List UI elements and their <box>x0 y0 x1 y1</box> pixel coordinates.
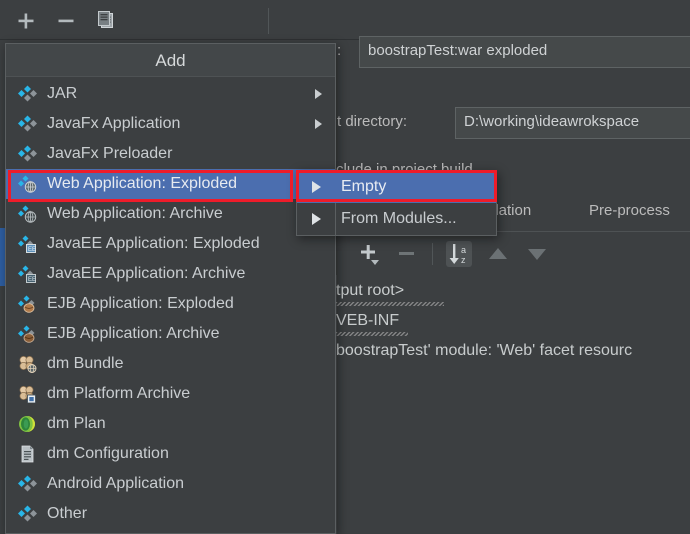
menu-item-android-application[interactable]: Android Application <box>6 469 335 499</box>
menu-item-label: dm Configuration <box>47 445 169 462</box>
plus-icon[interactable] <box>17 12 35 30</box>
menu-item-dm-plan[interactable]: dm Plan <box>6 409 335 439</box>
output-directory-label: t directory: <box>337 113 408 130</box>
chevron-right-icon <box>315 89 322 99</box>
menu-item-ejb-application-archive[interactable]: EJB Application: Archive <box>6 319 335 349</box>
menu-item-label: EJB Application: Archive <box>47 325 220 342</box>
menu-item-javafx-preloader[interactable]: JavaFx Preloader <box>6 139 335 169</box>
menu-item-label: JavaFx Application <box>47 115 181 132</box>
artifact-diamonds-icon <box>18 85 37 103</box>
menu-item-label: JAR <box>47 85 78 102</box>
submenu-item-label: From Modules... <box>341 210 457 227</box>
dm-platform-archive-icon <box>18 385 37 404</box>
menu-item-dm-platform-archive[interactable]: dm Platform Archive <box>6 379 335 409</box>
menu-item-label: Android Application <box>47 475 184 492</box>
menu-item-other[interactable]: Other <box>6 499 335 529</box>
tree-row[interactable]: VEB-INF <box>336 312 399 330</box>
menu-item-web-application-exploded[interactable]: Web Application: Exploded <box>6 169 335 199</box>
web-exploded-submenu: Empty From Modules... <box>296 170 497 236</box>
artifact-diamonds-icon <box>18 115 37 133</box>
ejb-exploded-icon <box>18 295 37 313</box>
artifact-diamonds-icon <box>18 505 37 523</box>
menu-item-label: dm Plan <box>47 415 106 432</box>
menu-item-ejb-application-exploded[interactable]: EJB Application: Exploded <box>6 289 335 319</box>
menu-item-label: JavaEE Application: Archive <box>47 265 246 282</box>
menu-item-label: Web Application: Archive <box>47 205 223 222</box>
tree-toolbar-divider <box>432 243 433 265</box>
artifact-name-field[interactable]: boostrapTest:war exploded <box>359 36 690 68</box>
javaee-archive-icon: EE <box>18 265 37 283</box>
menu-item-label: JavaFx Preloader <box>47 145 173 162</box>
menu-item-label: dm Platform Archive <box>47 385 191 402</box>
dm-configuration-icon <box>18 445 37 463</box>
tree-row[interactable]: tput root> <box>336 282 404 300</box>
artifact-diamonds-icon <box>18 145 37 163</box>
svg-text:z: z <box>461 255 466 265</box>
tree-row-underline <box>336 332 408 336</box>
tree-row[interactable]: boostrapTest' module: 'Web' facet resour… <box>336 342 632 360</box>
artifact-diamonds-icon <box>18 475 37 493</box>
copy-icon[interactable] <box>96 10 116 30</box>
svg-text:EE: EE <box>28 247 36 253</box>
triangle-right-icon <box>312 213 321 225</box>
add-artifact-menu: Add JAR JavaFx Application JavaFx Preloa… <box>5 43 336 534</box>
dm-bundle-icon <box>18 355 37 373</box>
svg-text:a: a <box>461 245 466 255</box>
menu-item-javafx-application[interactable]: JavaFx Application <box>6 109 335 139</box>
menu-item-list: JAR JavaFx Application JavaFx Preloader <box>6 77 335 529</box>
tree-toolbar: a z <box>340 237 690 273</box>
ejb-archive-icon <box>18 325 37 343</box>
javaee-exploded-icon: EE <box>18 235 37 253</box>
tree-row-underline <box>336 302 444 306</box>
sort-az-icon[interactable]: a z <box>446 241 472 267</box>
svg-text:EE: EE <box>28 277 36 283</box>
menu-item-javaee-application-archive[interactable]: EE JavaEE Application: Archive <box>6 259 335 289</box>
chevron-right-icon <box>315 119 322 129</box>
menu-item-javaee-application-exploded[interactable]: EE JavaEE Application: Exploded <box>6 229 335 259</box>
web-exploded-icon <box>18 175 37 193</box>
web-archive-icon <box>18 205 37 223</box>
menu-item-jar[interactable]: JAR <box>6 79 335 109</box>
menu-item-dm-configuration[interactable]: dm Configuration <box>6 439 335 469</box>
triangle-right-icon <box>312 181 321 193</box>
arrow-up-icon <box>489 248 507 259</box>
menu-item-web-application-archive[interactable]: Web Application: Archive <box>6 199 335 229</box>
menu-item-dm-bundle[interactable]: dm Bundle <box>6 349 335 379</box>
menu-item-label: JavaEE Application: Exploded <box>47 235 260 252</box>
menu-title: Add <box>6 44 335 77</box>
minus-icon <box>399 252 414 255</box>
arrow-down-icon <box>528 249 546 260</box>
menu-item-label: Other <box>47 505 88 522</box>
artifact-name-label: : <box>337 42 342 59</box>
output-directory-field[interactable]: D:\working\ideawrokspace <box>455 107 690 139</box>
menu-item-label: dm Bundle <box>47 355 124 372</box>
dm-plan-icon <box>18 415 37 433</box>
menu-item-label: Web Application: Exploded <box>47 175 238 192</box>
minus-icon[interactable] <box>57 12 75 30</box>
menu-item-label: EJB Application: Exploded <box>47 295 234 312</box>
submenu-item-label: Empty <box>341 178 387 195</box>
artifact-toolbar <box>0 0 690 40</box>
toolbar-divider <box>268 8 269 34</box>
plus-dropdown-icon[interactable] <box>356 241 382 267</box>
artifact-output-tree[interactable]: tput root> VEB-INF boostrapTest' module:… <box>335 275 690 534</box>
tab-pre-processing[interactable]: Pre-process <box>589 202 670 219</box>
submenu-item-from-modules[interactable]: From Modules... <box>297 203 496 235</box>
submenu-item-empty[interactable]: Empty <box>297 171 496 203</box>
